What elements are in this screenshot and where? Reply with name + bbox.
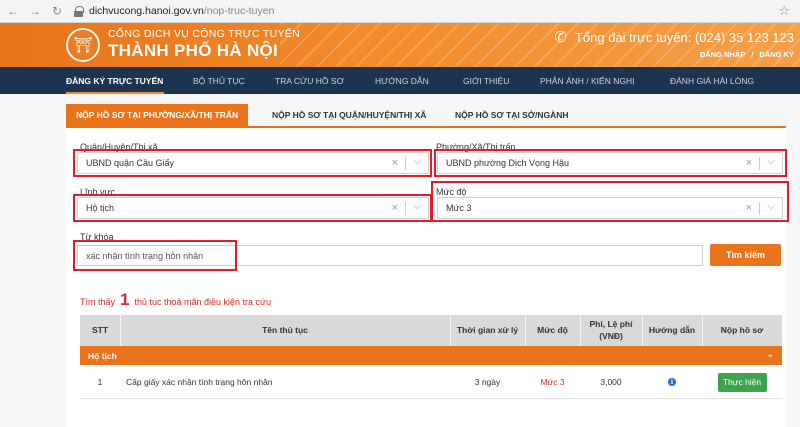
header-stt: STT [91, 324, 109, 335]
ward-clear-icon[interactable]: × [746, 157, 752, 169]
district-clear-icon[interactable]: × [392, 157, 398, 169]
district-value: UBND quận Cầu Giấy [86, 158, 175, 168]
select-separator [759, 157, 760, 170]
site-title-line2: THÀNH PHỐ HÀ NỘI [108, 41, 279, 60]
table-row: 1 Cấp giấy xác nhận tình trạng hôn nhân … [80, 365, 782, 399]
result-summary: Tìm thấy 1 thủ tục thoả mãn điều kiện tr… [80, 290, 271, 310]
header-submit: Nộp hồ sơ [720, 324, 764, 335]
ward-select[interactable]: UBND phường Dịch Vọng Hậu × ⌵ [437, 152, 783, 174]
nav-item-bo-thu-tuc[interactable]: BỘ THỦ TỤC [193, 76, 245, 86]
url-path: /nop-truc-tuyen [203, 5, 275, 17]
tab-phuong-xa[interactable]: NỘP HỒ SƠ TẠI PHƯỜNG/XÃ/THỊ TRẤN [66, 104, 249, 126]
chevron-down-icon[interactable]: ⌵ [767, 201, 775, 212]
district-select[interactable]: UBND quận Cầu Giấy × ⌵ [77, 152, 429, 174]
ward-label: Phường/Xã/Thị trấn [436, 142, 516, 152]
nav-item-danh-gia-hai-long[interactable]: ĐÁNH GIÁ HÀI LÒNG [670, 76, 754, 86]
bookmark-star-icon[interactable]: ☆ [778, 3, 790, 19]
address-bar[interactable]: dichvucong.hanoi.gov.vn /nop-truc-tuyen [74, 3, 800, 20]
auth-links: ĐĂNG NHẬP / ĐĂNG KÝ [696, 50, 794, 59]
cell-time: 3 ngày [474, 377, 501, 387]
field-select[interactable]: Hộ tịch × ⌵ [77, 197, 429, 219]
cell-stt: 1 [97, 377, 103, 387]
level-clear-icon[interactable]: × [746, 202, 752, 214]
hanoi-logo-icon[interactable]: ⛩ [66, 28, 100, 62]
site-title-line1: CỔNG DỊCH VỤ CÔNG TRỰC TUYẾN [108, 28, 300, 40]
forward-icon[interactable]: → [26, 2, 44, 20]
login-link[interactable]: ĐĂNG NHẬP [700, 50, 745, 59]
header-fee: Phí, Lệ phí (VNĐ) [580, 315, 642, 346]
lock-icon [74, 5, 84, 17]
auth-separator: / [751, 50, 754, 59]
header-name: Tên thủ tục [262, 324, 308, 335]
tab-so-nganh[interactable]: NỘP HỒ SƠ TẠI SỞ/NGÀNH [445, 104, 579, 126]
chevron-down-icon[interactable]: ⌵ [767, 156, 775, 167]
phone-icon: ✆ [554, 29, 567, 46]
ward-value: UBND phường Dịch Vọng Hậu [446, 158, 569, 168]
level-label: Mức độ [436, 187, 467, 197]
results-table-header: STT Tên thủ tục Thời gian xử lý Mức độ P… [80, 315, 782, 346]
field-clear-icon[interactable]: × [392, 202, 398, 214]
url-host: dichvucong.hanoi.gov.vn [89, 5, 204, 17]
reload-icon[interactable]: ↻ [48, 2, 66, 20]
tab-quan-huyen[interactable]: NỘP HỒ SƠ TẠI QUẬN/HUYỆN/THỊ XÃ [262, 104, 436, 126]
chevron-down-icon[interactable]: ⌵ [413, 201, 421, 212]
district-label: Quận/Huyện/Thị xã [80, 142, 158, 152]
site-header: ⛩ CỔNG DỊCH VỤ CÔNG TRỰC TUYẾN THÀNH PHỐ… [0, 23, 800, 67]
nav-item-dang-ky-truc-tuyen[interactable]: ĐĂNG KÝ TRỰC TUYẾN [66, 76, 163, 86]
field-label: Lĩnh vực [80, 187, 116, 197]
group-row-ho-tich[interactable]: Hộ tịch ⌄ [80, 346, 782, 365]
result-prefix: Tìm thấy [80, 297, 116, 307]
thuc-hien-button[interactable]: Thực hiện [717, 372, 767, 392]
site-title[interactable]: CỔNG DỊCH VỤ CÔNG TRỰC TUYẾN THÀNH PHỐ H… [108, 28, 300, 61]
header-level: Mức độ [537, 324, 568, 335]
nav-item-huong-dan[interactable]: HƯỚNG DẪN [375, 76, 429, 86]
select-separator [405, 202, 406, 215]
chevron-down-icon[interactable]: ⌄ [766, 349, 774, 360]
level-select[interactable]: Mức 3 × ⌵ [437, 197, 783, 219]
keyword-input[interactable]: xác nhận tình trạng hôn nhân [77, 245, 703, 266]
header-time: Thời gian xử lý [456, 324, 519, 335]
result-count: 1 [120, 290, 130, 309]
header-fee-line1: Phí, Lệ phí [589, 319, 633, 330]
result-suffix: thủ tục thoả mãn điều kiện tra cứu [134, 297, 272, 307]
nav-item-gioi-thieu[interactable]: GIỚI THIỆU [463, 76, 509, 86]
cell-fee: 3,000 [600, 377, 622, 387]
hotline: ✆ Tổng đài trực tuyến: (024) 35 123 123 [554, 28, 794, 46]
browser-bar: ← → ↻ dichvucong.hanoi.gov.vn /nop-truc-… [0, 0, 800, 23]
cell-guide: i [642, 365, 702, 399]
select-separator [759, 202, 760, 215]
chevron-down-icon[interactable]: ⌵ [413, 156, 421, 167]
group-label: Hộ tịch [88, 350, 117, 361]
header-fee-line2: (VNĐ) [599, 330, 623, 341]
field-value: Hộ tịch [86, 203, 115, 213]
search-button[interactable]: Tìm kiếm [710, 244, 781, 266]
cell-level: Mức 3 [540, 377, 565, 387]
nav-item-tra-cuu-ho-so[interactable]: TRA CỨU HỒ SƠ [275, 76, 344, 86]
level-value: Mức 3 [446, 203, 472, 213]
select-separator [405, 157, 406, 170]
header-guide: Hướng dẫn [648, 324, 696, 335]
back-icon[interactable]: ← [4, 2, 22, 20]
main-nav: ĐĂNG KÝ TRỰC TUYẾN BỘ THỦ TỤC TRA CỨU HỒ… [0, 67, 800, 94]
info-icon[interactable]: i [668, 378, 676, 386]
register-link[interactable]: ĐĂNG KÝ [759, 50, 794, 59]
keyword-value: xác nhận tình trạng hôn nhân [86, 250, 204, 261]
hotline-text: Tổng đài trực tuyến: (024) 35 123 123 [574, 29, 794, 45]
nav-item-phan-anh-kien-nghi[interactable]: PHẢN ÁNH / KIẾN NGHỊ [540, 76, 634, 86]
keyword-label: Từ khóa [80, 232, 114, 242]
cell-name[interactable]: Cấp giấy xác nhận tình trạng hôn nhân [126, 365, 450, 399]
cell-submit: Thực hiện [702, 365, 782, 399]
